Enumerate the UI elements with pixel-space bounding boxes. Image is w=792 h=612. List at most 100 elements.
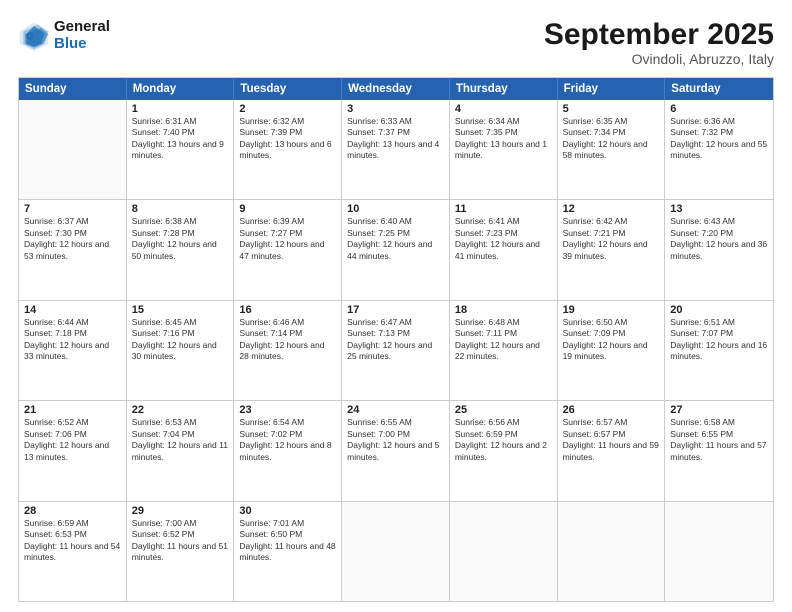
day-number: 15 [132, 304, 229, 316]
cell-4-4 [450, 502, 558, 601]
cell-info: Sunrise: 6:43 AMSunset: 7:20 PMDaylight:… [670, 216, 768, 262]
cell-1-5: 12Sunrise: 6:42 AMSunset: 7:21 PMDayligh… [558, 200, 666, 299]
cell-4-5 [558, 502, 666, 601]
cell-3-0: 21Sunrise: 6:52 AMSunset: 7:06 PMDayligh… [19, 401, 127, 500]
day-number: 3 [347, 103, 444, 115]
logo-general: General [54, 18, 110, 35]
day-number: 23 [239, 404, 336, 416]
cell-info: Sunrise: 6:59 AMSunset: 6:53 PMDaylight:… [24, 518, 121, 564]
day-number: 25 [455, 404, 552, 416]
day-number: 13 [670, 203, 768, 215]
week-row-5: 28Sunrise: 6:59 AMSunset: 6:53 PMDayligh… [19, 501, 773, 601]
header-saturday: Saturday [665, 78, 773, 100]
day-number: 9 [239, 203, 336, 215]
cell-1-2: 9Sunrise: 6:39 AMSunset: 7:27 PMDaylight… [234, 200, 342, 299]
cell-info: Sunrise: 6:57 AMSunset: 6:57 PMDaylight:… [563, 417, 660, 463]
day-number: 30 [239, 505, 336, 517]
day-number: 1 [132, 103, 229, 115]
header-tuesday: Tuesday [234, 78, 342, 100]
cell-2-0: 14Sunrise: 6:44 AMSunset: 7:18 PMDayligh… [19, 301, 127, 400]
day-number: 4 [455, 103, 552, 115]
day-number: 12 [563, 203, 660, 215]
day-number: 11 [455, 203, 552, 215]
cell-info: Sunrise: 6:42 AMSunset: 7:21 PMDaylight:… [563, 216, 660, 262]
cell-0-6: 6Sunrise: 6:36 AMSunset: 7:32 PMDaylight… [665, 100, 773, 199]
cell-0-0 [19, 100, 127, 199]
calendar-body: 1Sunrise: 6:31 AMSunset: 7:40 PMDaylight… [19, 100, 773, 601]
cell-2-2: 16Sunrise: 6:46 AMSunset: 7:14 PMDayligh… [234, 301, 342, 400]
cell-info: Sunrise: 6:58 AMSunset: 6:55 PMDaylight:… [670, 417, 768, 463]
cell-0-1: 1Sunrise: 6:31 AMSunset: 7:40 PMDaylight… [127, 100, 235, 199]
cell-info: Sunrise: 6:38 AMSunset: 7:28 PMDaylight:… [132, 216, 229, 262]
header: G General Blue September 2025 Ovindoli, … [18, 18, 774, 67]
cell-0-5: 5Sunrise: 6:35 AMSunset: 7:34 PMDaylight… [558, 100, 666, 199]
week-row-2: 7Sunrise: 6:37 AMSunset: 7:30 PMDaylight… [19, 199, 773, 299]
day-number: 2 [239, 103, 336, 115]
cell-1-6: 13Sunrise: 6:43 AMSunset: 7:20 PMDayligh… [665, 200, 773, 299]
logo-blue: Blue [54, 35, 110, 52]
cell-info: Sunrise: 7:00 AMSunset: 6:52 PMDaylight:… [132, 518, 229, 564]
cell-info: Sunrise: 6:35 AMSunset: 7:34 PMDaylight:… [563, 116, 660, 162]
cell-4-3 [342, 502, 450, 601]
cell-3-1: 22Sunrise: 6:53 AMSunset: 7:04 PMDayligh… [127, 401, 235, 500]
cell-info: Sunrise: 6:51 AMSunset: 7:07 PMDaylight:… [670, 317, 768, 363]
cell-info: Sunrise: 6:32 AMSunset: 7:39 PMDaylight:… [239, 116, 336, 162]
cell-3-6: 27Sunrise: 6:58 AMSunset: 6:55 PMDayligh… [665, 401, 773, 500]
cell-4-0: 28Sunrise: 6:59 AMSunset: 6:53 PMDayligh… [19, 502, 127, 601]
cell-3-5: 26Sunrise: 6:57 AMSunset: 6:57 PMDayligh… [558, 401, 666, 500]
cell-3-3: 24Sunrise: 6:55 AMSunset: 7:00 PMDayligh… [342, 401, 450, 500]
cell-info: Sunrise: 6:50 AMSunset: 7:09 PMDaylight:… [563, 317, 660, 363]
month-title: September 2025 [544, 18, 774, 51]
svg-text:G: G [26, 32, 34, 43]
day-number: 19 [563, 304, 660, 316]
week-row-3: 14Sunrise: 6:44 AMSunset: 7:18 PMDayligh… [19, 300, 773, 400]
cell-0-3: 3Sunrise: 6:33 AMSunset: 7:37 PMDaylight… [342, 100, 450, 199]
cell-1-4: 11Sunrise: 6:41 AMSunset: 7:23 PMDayligh… [450, 200, 558, 299]
day-number: 29 [132, 505, 229, 517]
calendar-header: Sunday Monday Tuesday Wednesday Thursday… [19, 78, 773, 100]
cell-info: Sunrise: 6:45 AMSunset: 7:16 PMDaylight:… [132, 317, 229, 363]
day-number: 5 [563, 103, 660, 115]
day-number: 10 [347, 203, 444, 215]
cell-info: Sunrise: 6:48 AMSunset: 7:11 PMDaylight:… [455, 317, 552, 363]
cell-1-3: 10Sunrise: 6:40 AMSunset: 7:25 PMDayligh… [342, 200, 450, 299]
day-number: 8 [132, 203, 229, 215]
header-thursday: Thursday [450, 78, 558, 100]
cell-1-0: 7Sunrise: 6:37 AMSunset: 7:30 PMDaylight… [19, 200, 127, 299]
header-sunday: Sunday [19, 78, 127, 100]
cell-0-2: 2Sunrise: 6:32 AMSunset: 7:39 PMDaylight… [234, 100, 342, 199]
day-number: 7 [24, 203, 121, 215]
cell-info: Sunrise: 6:33 AMSunset: 7:37 PMDaylight:… [347, 116, 444, 162]
cell-2-1: 15Sunrise: 6:45 AMSunset: 7:16 PMDayligh… [127, 301, 235, 400]
page: G General Blue September 2025 Ovindoli, … [0, 0, 792, 612]
header-monday: Monday [127, 78, 235, 100]
day-number: 18 [455, 304, 552, 316]
cell-info: Sunrise: 6:41 AMSunset: 7:23 PMDaylight:… [455, 216, 552, 262]
cell-4-6 [665, 502, 773, 601]
cell-2-3: 17Sunrise: 6:47 AMSunset: 7:13 PMDayligh… [342, 301, 450, 400]
header-friday: Friday [558, 78, 666, 100]
day-number: 24 [347, 404, 444, 416]
cell-0-4: 4Sunrise: 6:34 AMSunset: 7:35 PMDaylight… [450, 100, 558, 199]
logo: G General Blue [18, 18, 110, 53]
cell-2-6: 20Sunrise: 6:51 AMSunset: 7:07 PMDayligh… [665, 301, 773, 400]
week-row-4: 21Sunrise: 6:52 AMSunset: 7:06 PMDayligh… [19, 400, 773, 500]
day-number: 14 [24, 304, 121, 316]
day-number: 16 [239, 304, 336, 316]
cell-info: Sunrise: 6:31 AMSunset: 7:40 PMDaylight:… [132, 116, 229, 162]
cell-info: Sunrise: 6:40 AMSunset: 7:25 PMDaylight:… [347, 216, 444, 262]
cell-info: Sunrise: 6:53 AMSunset: 7:04 PMDaylight:… [132, 417, 229, 463]
day-number: 26 [563, 404, 660, 416]
cell-2-5: 19Sunrise: 6:50 AMSunset: 7:09 PMDayligh… [558, 301, 666, 400]
cell-info: Sunrise: 6:36 AMSunset: 7:32 PMDaylight:… [670, 116, 768, 162]
cell-info: Sunrise: 6:37 AMSunset: 7:30 PMDaylight:… [24, 216, 121, 262]
cell-info: Sunrise: 6:46 AMSunset: 7:14 PMDaylight:… [239, 317, 336, 363]
location: Ovindoli, Abruzzo, Italy [544, 51, 774, 67]
logo-text: General Blue [54, 18, 110, 53]
week-row-1: 1Sunrise: 6:31 AMSunset: 7:40 PMDaylight… [19, 100, 773, 199]
cell-info: Sunrise: 6:52 AMSunset: 7:06 PMDaylight:… [24, 417, 121, 463]
day-number: 22 [132, 404, 229, 416]
cell-4-1: 29Sunrise: 7:00 AMSunset: 6:52 PMDayligh… [127, 502, 235, 601]
cell-3-2: 23Sunrise: 6:54 AMSunset: 7:02 PMDayligh… [234, 401, 342, 500]
cell-info: Sunrise: 7:01 AMSunset: 6:50 PMDaylight:… [239, 518, 336, 564]
